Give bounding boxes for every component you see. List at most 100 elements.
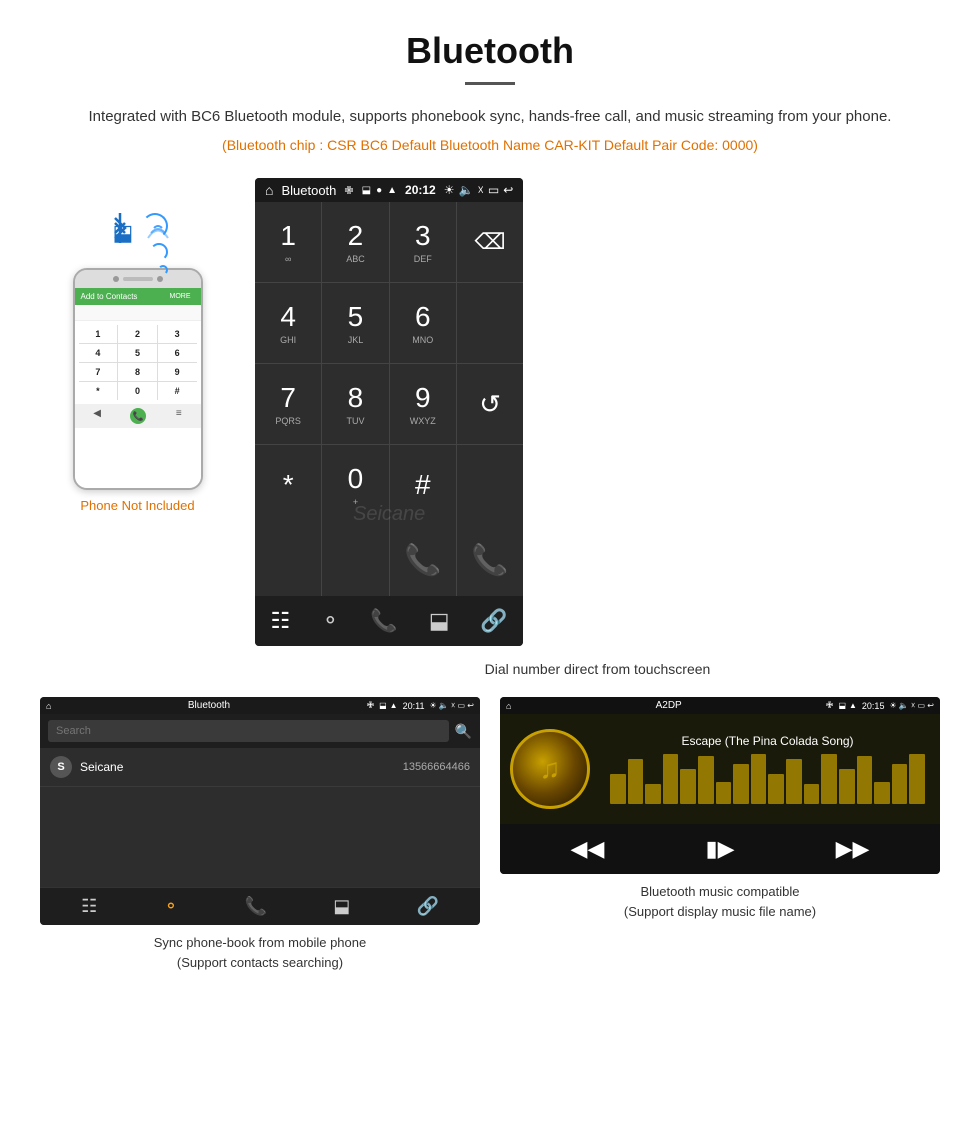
dial-key-0[interactable]: 0 + (322, 445, 388, 525)
phone-back-icon: ◀ (93, 408, 101, 424)
location-icon: ● (376, 185, 382, 196)
bluetooth-bar-icon[interactable]: ⬓ (429, 608, 450, 634)
dial-cell-refresh[interactable]: ↺ (457, 364, 523, 444)
phone-key-9: 9 (158, 363, 197, 381)
dial-caption: Dial number direct from touchscreen (255, 661, 940, 677)
eq-bar (698, 756, 714, 804)
title-divider (465, 82, 515, 85)
phone-header-label: Add to Contacts (81, 292, 138, 301)
link-icon[interactable]: 🔗 (480, 608, 507, 634)
refresh-icon: ↺ (479, 389, 501, 420)
phone-number-display (75, 305, 201, 321)
pb-bt-bottom-icon[interactable]: ⬓ (333, 896, 350, 917)
eq-bar (645, 784, 661, 804)
phonebook-item: ⌂ Bluetooth ✙ ⬓ ▲ 20:11 ☀ 🔈 ☓ ▭ ↩ 🔍 (40, 697, 480, 972)
eq-bar (663, 754, 679, 804)
music-signal-icon: ▲ (849, 701, 857, 710)
call-buttons-row: 📞 📞 (255, 525, 523, 596)
play-pause-icon[interactable]: ▮▶ (705, 836, 734, 862)
phone-key-hash: # (158, 382, 197, 400)
pb-status-bar: ⌂ Bluetooth ✙ ⬓ ▲ 20:11 ☀ 🔈 ☓ ▭ ↩ (40, 697, 480, 714)
page-title: Bluetooth (40, 30, 940, 72)
eq-bar (680, 769, 696, 804)
dial-key-4[interactable]: 4 GHI (255, 283, 321, 363)
head-unit-dial-screen: ⌂ Bluetooth ✙ ⬓ ● ▲ 20:12 ☀ 🔈 ☓ ▭ ↩ (255, 178, 523, 646)
eq-bar (768, 774, 784, 804)
dial-key-6[interactable]: 6 MNO (390, 283, 456, 363)
dial-key-star[interactable]: * (255, 445, 321, 525)
pb-right-icons: ☀ 🔈 ☓ ▭ ↩ (429, 701, 474, 710)
music-item: ⌂ A2DP ✙ ⬓ ▲ 20:15 ☀ 🔈 ☓ ▭ ↩ ♫ (500, 697, 940, 972)
dial-key-9[interactable]: 9 WXYZ (390, 364, 456, 444)
dialpad-bottom-bar: ☷ ⚬ 📞 ⬓ 🔗 (255, 596, 523, 646)
dial-cell-empty-6 (322, 525, 388, 596)
phone-key-0: 0 (118, 382, 157, 400)
next-track-icon[interactable]: ▶▶ (836, 836, 870, 862)
arc-small (158, 265, 168, 275)
prev-track-icon[interactable]: ◀◀ (571, 836, 605, 862)
phone-icon[interactable]: 📞 (370, 608, 397, 634)
bt-status-icon: ⬓ (362, 185, 371, 196)
pb-link-icon[interactable]: 🔗 (416, 896, 438, 917)
lower-screenshots: ⌂ Bluetooth ✙ ⬓ ▲ 20:11 ☀ 🔈 ☓ ▭ ↩ 🔍 (40, 697, 940, 972)
phone-key-star: * (79, 382, 118, 400)
dial-key-2[interactable]: 2 ABC (322, 202, 388, 282)
eq-bar (786, 759, 802, 804)
pb-search-bar: 🔍 (40, 714, 480, 748)
eq-bar (628, 759, 644, 804)
pb-grid-icon[interactable]: ☷ (81, 896, 97, 917)
phone-speaker (123, 277, 153, 281)
eq-bar (909, 754, 925, 804)
person-icon[interactable]: ⚬ (321, 608, 339, 634)
dial-call-red-btn[interactable]: 📞 (457, 525, 523, 596)
phone-sensor (157, 276, 163, 282)
phone-call-btn[interactable]: 📞 (130, 408, 146, 424)
hu-time: 20:12 (405, 183, 436, 197)
dial-key-8[interactable]: 8 TUV (322, 364, 388, 444)
music-caption: Bluetooth music compatible(Support displ… (500, 882, 940, 921)
phone-screen-header: Add to Contacts MORE (75, 288, 201, 305)
phone-screen: Add to Contacts MORE 1 2 3 4 5 6 7 8 9 (75, 288, 201, 488)
dial-key-7[interactable]: 7 PQRS (255, 364, 321, 444)
phone-menu-icon: ≡ (176, 408, 182, 424)
pb-contact-number: 13566664466 (403, 761, 470, 773)
bluetooth-symbol (110, 213, 130, 243)
phone-key-4: 4 (79, 344, 118, 362)
pb-search-input[interactable] (48, 720, 449, 742)
signal-waves (143, 213, 173, 248)
eq-bar (804, 784, 820, 804)
eq-bar (733, 764, 749, 804)
grid-icon[interactable]: ☷ (270, 608, 290, 634)
music-usb-icon: ✙ (826, 700, 834, 711)
music-home-icon: ⌂ (506, 701, 511, 711)
dial-cell-empty-4 (457, 445, 523, 525)
pb-home-icon: ⌂ (46, 701, 51, 711)
dial-call-green-btn[interactable]: 📞 (390, 525, 456, 596)
phone-key-3: 3 (158, 325, 197, 343)
dial-cell-empty-2 (457, 283, 523, 363)
music-viz: Escape (The Pina Colada Song) (605, 734, 930, 804)
dial-key-3[interactable]: 3 DEF (390, 202, 456, 282)
pb-status-icons: ⬓ ▲ (379, 701, 397, 710)
pb-person-icon[interactable]: ⚬ (163, 896, 178, 917)
hu-usb-icon: ✙ (344, 184, 353, 197)
pb-search-icon[interactable]: 🔍 (455, 723, 472, 740)
phone-bottom-bar: ◀ 📞 ≡ (75, 404, 201, 428)
back-icon: ↩ (503, 183, 513, 197)
phone-image-container: ⬓ (40, 178, 235, 513)
hu-home-icon: ⌂ (265, 182, 273, 198)
pb-contact-name: Seicane (80, 760, 395, 774)
hu-status-icons: ⬓ ● ▲ (362, 185, 397, 196)
eq-bar (839, 769, 855, 804)
dial-cell-backspace[interactable]: ⌫ (457, 202, 523, 282)
pb-phone-icon[interactable]: 📞 (245, 896, 267, 917)
equalizer-bars (605, 754, 930, 804)
music-screen: ⌂ A2DP ✙ ⬓ ▲ 20:15 ☀ 🔈 ☓ ▭ ↩ ♫ (500, 697, 940, 874)
dial-key-5[interactable]: 5 JKL (322, 283, 388, 363)
phone-key-7: 7 (79, 363, 118, 381)
dial-key-hash[interactable]: # (390, 445, 456, 525)
call-green-icon: 📞 (404, 543, 441, 578)
eq-bar (610, 774, 626, 804)
music-caption-text: Bluetooth music compatible(Support displ… (624, 884, 816, 919)
dial-key-1[interactable]: 1 ∞ (255, 202, 321, 282)
